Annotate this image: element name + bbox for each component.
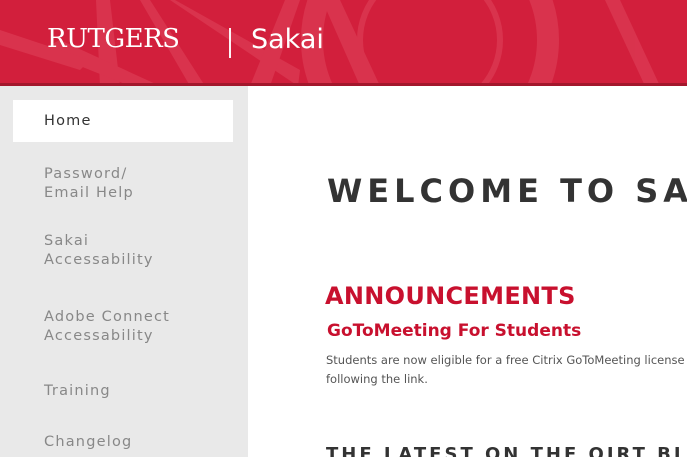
- announcement-title[interactable]: GoToMeeting For Students: [327, 321, 581, 341]
- sakai-logo[interactable]: Sakai: [251, 24, 324, 55]
- announcement-body-line: Students are now eligible for a free Cit…: [326, 353, 687, 367]
- sidebar-item-adobe-connect-accessability[interactable]: Adobe Connect Accessability: [44, 308, 234, 346]
- rutgers-logo[interactable]: RUTGERS: [47, 24, 180, 54]
- sidebar-item-changelog[interactable]: Changelog: [44, 433, 234, 452]
- sidebar-item-sakai-accessability[interactable]: Sakai Accessability: [44, 232, 234, 270]
- site-header: RUTGERS Sakai: [0, 0, 687, 86]
- main-content: WELCOME TO SA ANNOUNCEMENTS GoToMeeting …: [248, 86, 687, 457]
- sidebar-item-training[interactable]: Training: [44, 382, 234, 401]
- announcement-body-line: following the link.: [326, 372, 428, 386]
- logo-divider: [229, 28, 231, 58]
- sidebar-nav: Home Password/ Email Help Sakai Accessab…: [0, 86, 248, 457]
- announcement-body: Students are now eligible for a free Cit…: [326, 351, 687, 389]
- announcements-heading: ANNOUNCEMENTS: [325, 282, 576, 310]
- sidebar-item-password-email-help[interactable]: Password/ Email Help: [44, 165, 234, 203]
- sidebar-item-home[interactable]: Home: [13, 100, 233, 142]
- blog-heading: THE LATEST ON THE OIRT BLOG: [326, 444, 687, 457]
- page-title: WELCOME TO SA: [327, 172, 687, 210]
